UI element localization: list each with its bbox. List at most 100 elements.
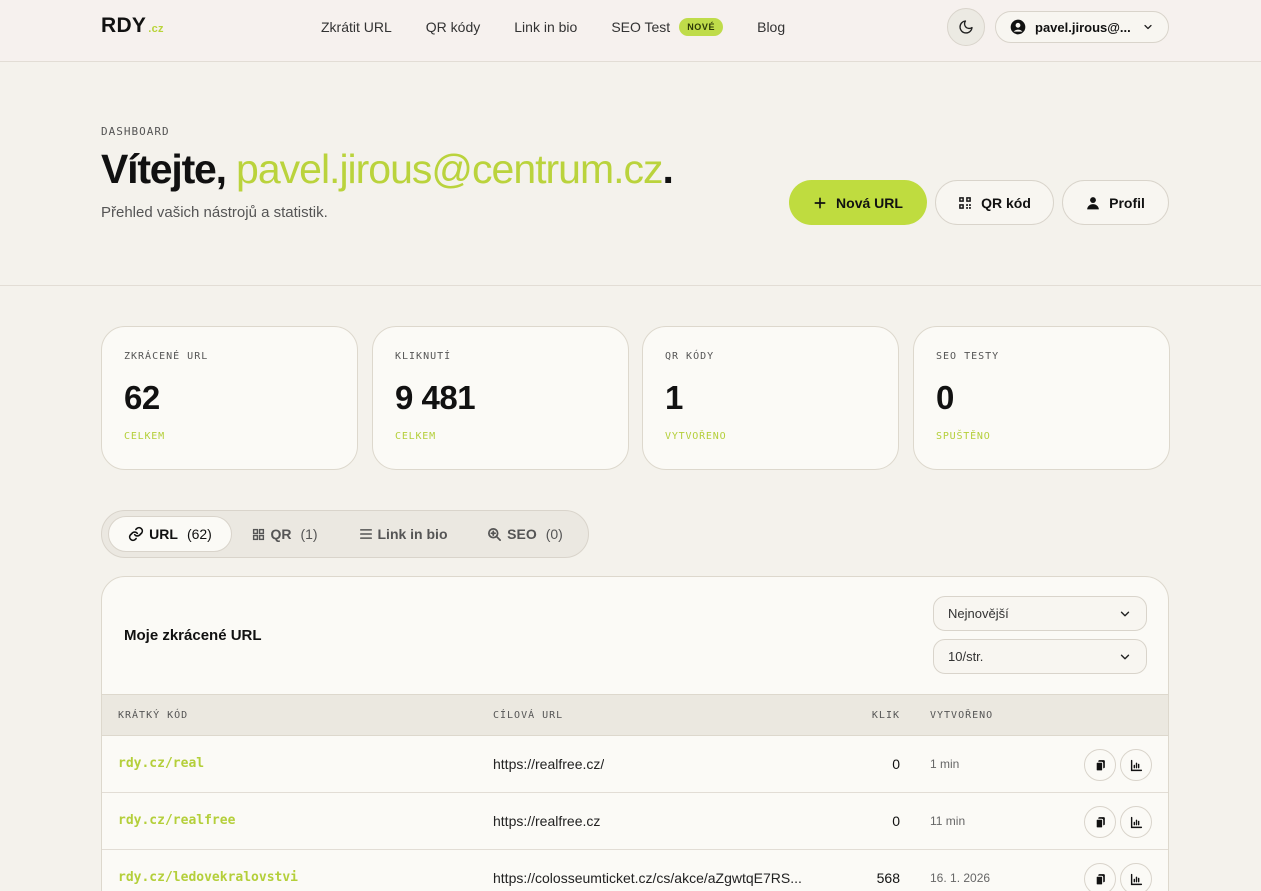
- bar-chart-icon: [1130, 816, 1142, 828]
- profile-button[interactable]: Profil: [1062, 180, 1169, 225]
- column-target-url: CÍLOVÁ URL: [493, 710, 564, 721]
- stat-card-short-urls: ZKRÁCENÉ URL 62 CELKEM: [101, 326, 358, 470]
- logo[interactable]: RDY .cz: [101, 14, 164, 38]
- stat-card-qr-codes: QR KÓDY 1 VYTVOŘENO: [642, 326, 899, 470]
- qr-code-label: QR kód: [981, 194, 1031, 211]
- tab-qr[interactable]: QR (1): [242, 516, 328, 552]
- new-badge: NOVÉ: [679, 18, 724, 36]
- tab-qr-count: (1): [300, 526, 318, 542]
- copy-icon: [1095, 873, 1105, 885]
- page-eyebrow: DASHBOARD: [101, 125, 170, 138]
- nav-qr-codes[interactable]: QR kódy: [426, 19, 480, 35]
- greeting-period: .: [662, 146, 674, 192]
- dashboard-tabs: URL (62) QR (1) Link in bio SEO (0): [101, 510, 589, 558]
- short-code-link[interactable]: rdy.cz/real: [118, 756, 204, 771]
- table-row: rdy.cz/ledovekralovstvi https://colosseu…: [102, 850, 1168, 891]
- user-circle-icon: [1010, 19, 1026, 35]
- link-icon: [129, 526, 144, 542]
- copy-icon: [1095, 816, 1105, 828]
- column-short-code: KRÁTKÝ KÓD: [118, 710, 189, 721]
- qr-icon: [959, 196, 971, 209]
- stat-value: 62: [124, 379, 160, 416]
- column-clicks: KLIK: [871, 710, 900, 721]
- theme-toggle-button[interactable]: [947, 8, 985, 46]
- stats-button[interactable]: [1120, 863, 1152, 891]
- tab-url-label: URL: [149, 526, 178, 542]
- page-size-select-value: 10/str.: [948, 649, 984, 664]
- user-email: pavel.jirous@centrum.cz: [236, 146, 663, 192]
- new-url-label: Nová URL: [836, 194, 903, 211]
- target-url: https://realfree.cz/: [493, 756, 605, 772]
- click-count: 0: [892, 813, 900, 829]
- stats-button[interactable]: [1120, 749, 1152, 781]
- copy-button[interactable]: [1084, 806, 1116, 838]
- short-code-link[interactable]: rdy.cz/ledovekralovstvi: [118, 870, 298, 885]
- profile-label: Profil: [1109, 194, 1145, 211]
- page-title: Vítejte, pavel.jirous@centrum.cz.: [101, 146, 674, 193]
- user-menu-button[interactable]: pavel.jirous@...: [995, 11, 1169, 43]
- nav-seo-test[interactable]: SEO Test NOVÉ: [611, 18, 724, 36]
- bar-chart-icon: [1130, 873, 1142, 885]
- tab-link-in-bio-label: Link in bio: [377, 526, 448, 542]
- section-divider: [0, 285, 1261, 286]
- nav-link-in-bio[interactable]: Link in bio: [514, 19, 577, 35]
- page-size-select[interactable]: 10/str.: [933, 639, 1147, 674]
- tab-seo-count: (0): [545, 526, 563, 542]
- copy-button[interactable]: [1084, 749, 1116, 781]
- tab-url-count: (62): [186, 526, 212, 542]
- user-menu-label: pavel.jirous@...: [1035, 19, 1131, 35]
- tab-link-in-bio[interactable]: Link in bio: [348, 516, 458, 552]
- new-url-button[interactable]: Nová URL: [789, 180, 927, 225]
- tab-seo-label: SEO: [507, 526, 537, 542]
- search-plus-icon: [488, 527, 502, 541]
- chevron-down-icon: [1120, 654, 1130, 659]
- stat-value: 9 481: [395, 379, 476, 416]
- click-count: 0: [892, 756, 900, 772]
- plus-icon: [814, 197, 826, 208]
- short-code-link[interactable]: rdy.cz/realfree: [118, 813, 235, 828]
- stat-value: 1: [665, 379, 683, 416]
- stats-button[interactable]: [1120, 806, 1152, 838]
- nav-shorten-url[interactable]: Zkrátit URL: [321, 19, 392, 35]
- stat-label: SEO TESTY: [936, 351, 1000, 362]
- stat-value: 0: [936, 379, 954, 416]
- logo-text: RDY: [101, 14, 147, 37]
- tab-url[interactable]: URL (62): [108, 516, 232, 552]
- greeting-text: Vítejte,: [101, 146, 237, 192]
- chevron-down-icon: [1144, 24, 1152, 30]
- list-icon: [359, 529, 372, 539]
- stat-sub: SPUŠTĚNO: [936, 431, 991, 442]
- user-icon: [1087, 196, 1099, 209]
- table-row: rdy.cz/real https://realfree.cz/ 0 1 min: [102, 736, 1168, 793]
- tab-qr-label: QR: [270, 526, 292, 542]
- qr-code-button[interactable]: QR kód: [935, 180, 1054, 225]
- column-created: VYTVOŘENO: [930, 710, 994, 721]
- tab-seo[interactable]: SEO (0): [478, 516, 572, 552]
- table-row: rdy.cz/realfree https://realfree.cz 0 11…: [102, 793, 1168, 850]
- created-time: 1 min: [930, 757, 960, 771]
- nav-blog[interactable]: Blog: [757, 19, 785, 35]
- top-navbar: RDY .cz Zkrátit URL QR kódy Link in bio S…: [0, 0, 1261, 62]
- copy-button[interactable]: [1084, 863, 1116, 891]
- bar-chart-icon: [1130, 759, 1142, 771]
- copy-icon: [1095, 759, 1105, 771]
- stat-sub: VYTVOŘENO: [665, 431, 727, 442]
- sort-select[interactable]: Nejnovější: [933, 596, 1147, 631]
- moon-icon: [959, 20, 973, 34]
- stat-card-seo-tests: SEO TESTY 0 SPUŠTĚNO: [913, 326, 1170, 470]
- stat-sub: CELKEM: [395, 431, 436, 442]
- logo-tld: .cz: [148, 23, 164, 35]
- stat-label: KLIKNUTÍ: [395, 351, 452, 362]
- qr-icon: [253, 528, 265, 540]
- stat-label: QR KÓDY: [665, 351, 715, 362]
- stat-sub: CELKEM: [124, 431, 165, 442]
- target-url: https://colosseumticket.cz/cs/akce/aZgwt…: [493, 870, 802, 886]
- urls-panel: Moje zkrácené URL Nejnovější 10/str. KRÁ…: [101, 576, 1169, 891]
- created-time: 16. 1. 2026: [930, 871, 991, 885]
- page-subtitle: Přehled vašich nástrojů a statistik.: [101, 204, 328, 221]
- sort-select-value: Nejnovější: [948, 606, 1009, 621]
- main-nav: Zkrátit URL QR kódy Link in bio SEO Test…: [321, 18, 819, 36]
- nav-seo-test-label: SEO Test: [611, 19, 671, 35]
- chevron-down-icon: [1120, 611, 1130, 616]
- stat-label: ZKRÁCENÉ URL: [124, 351, 209, 362]
